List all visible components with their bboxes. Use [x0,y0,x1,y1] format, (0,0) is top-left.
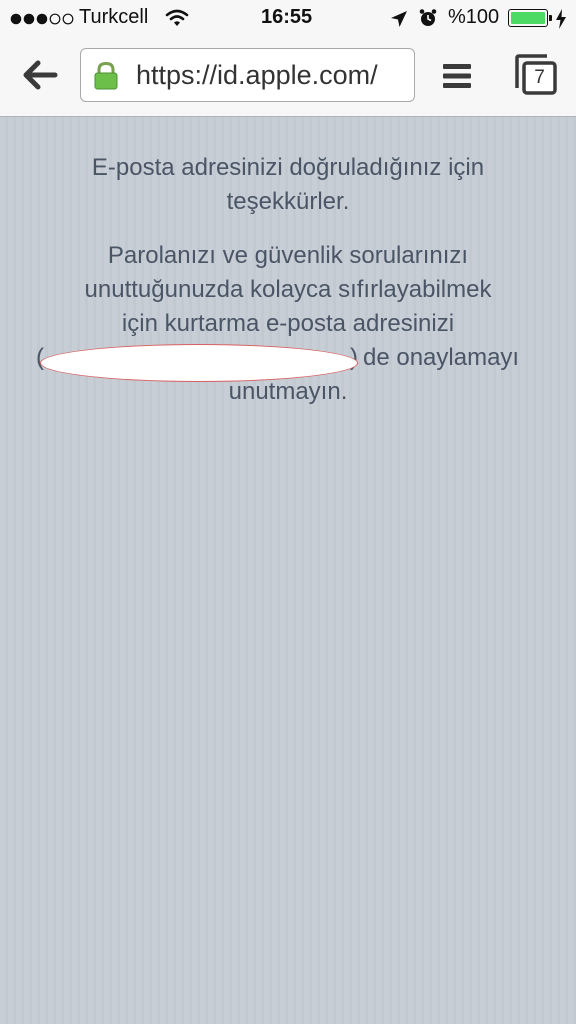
page-content: E-posta adresinizi doğruladığınız için t… [0,117,576,1024]
location-arrow-icon [391,11,407,27]
message-line: unuttuğunuzda kolayca sıfırlayabilmek [84,276,492,303]
wifi-icon [165,9,189,26]
clock-time: 16:55 [261,6,313,28]
carrier-name: Turkcell [79,6,149,28]
message-line: unutmayın. [228,378,348,405]
status-bar: Turkcell 16:55 %100 [0,0,576,38]
menu-icon[interactable] [443,64,471,88]
battery-percent: %100 [448,6,500,28]
message-line: teşekkürler. [226,188,350,215]
battery-icon [508,9,552,27]
message-line: E-posta adresinizi doğruladığınız için [91,154,485,181]
browser-toolbar: https://id.apple.com/ 7 [0,38,576,117]
redacted-email [40,344,358,382]
signal-strength-icon [10,13,74,25]
tab-count: 7 [534,67,545,88]
message-line: için kurtarma e-posta adresinizi [121,310,455,337]
tab-switcher-button[interactable]: 7 [514,54,558,96]
charging-bolt-icon [556,9,566,29]
url-text: https://id.apple.com/ [136,60,378,90]
alarm-clock-icon [419,9,437,26]
message-tail: de onaylamayı [363,344,520,371]
url-bar[interactable]: https://id.apple.com/ [80,48,415,102]
thank-you-message: E-posta adresinizi doğruladığınız için t… [20,151,556,219]
lock-icon [94,61,118,90]
message-line: Parolanızı ve güvenlik sorularınızı [107,242,469,269]
back-arrow-icon[interactable] [22,60,58,90]
reminder-message: Parolanızı ve güvenlik sorularınızı unut… [20,239,556,409]
